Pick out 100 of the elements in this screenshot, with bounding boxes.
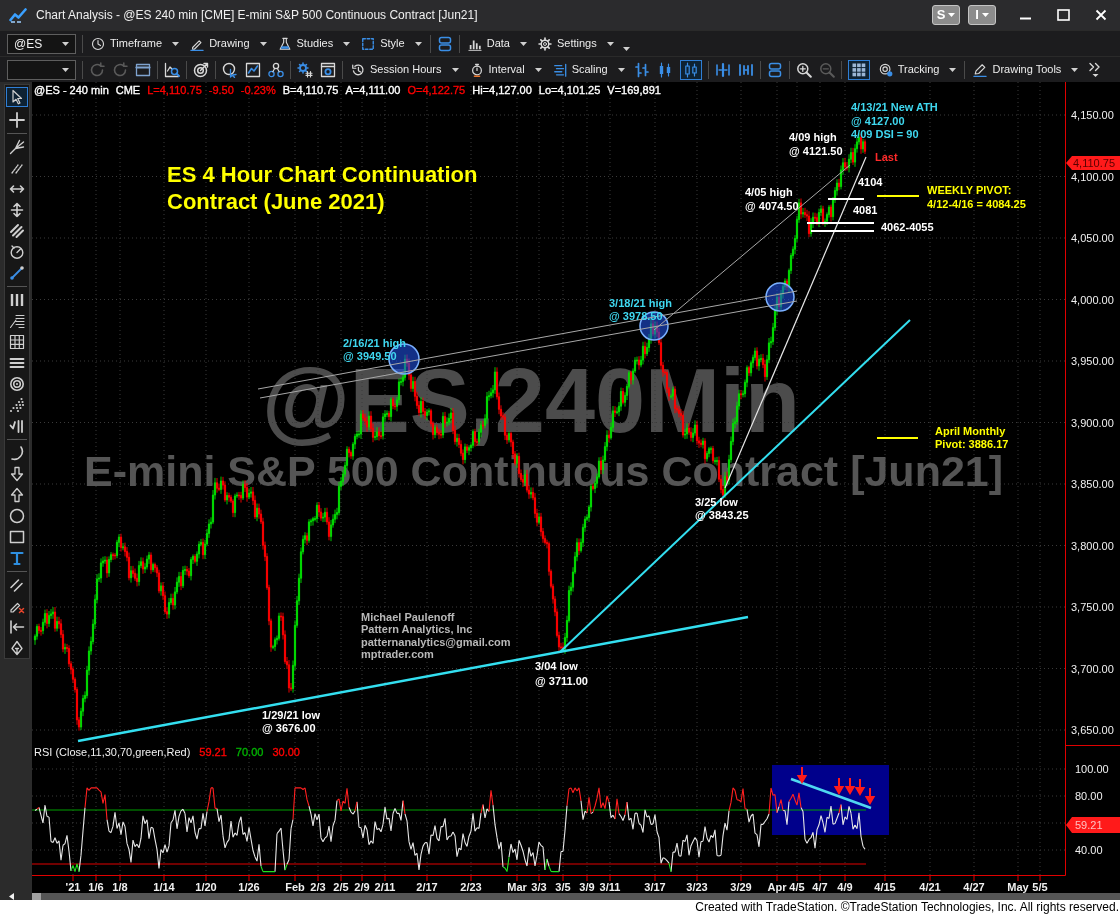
chart-search-icon[interactable]: [164, 61, 180, 78]
toolbar-menu-button[interactable]: Drawing Tools: [971, 59, 1081, 80]
hollow-candlestick-icon[interactable]: [679, 59, 702, 80]
dots-icon[interactable]: [9, 397, 25, 413]
price-axis-label: 3,750.00: [1071, 601, 1114, 613]
quote-field: @ES - 240 min: [34, 84, 109, 97]
price-axis-label: 4,150.00: [1071, 109, 1114, 121]
settings-icon: [537, 36, 552, 51]
flask-icon: [277, 36, 292, 51]
price-axis-label: 4,050.00: [1071, 232, 1114, 244]
time-axis-label: '21: [65, 881, 81, 893]
price-axis-label: 3,800.00: [1071, 539, 1114, 552]
time-axis-label: 4/21: [919, 881, 941, 893]
vertical-lines-icon[interactable]: [9, 292, 25, 308]
network-icon[interactable]: [268, 61, 284, 78]
diagonal-lines-icon[interactable]: [9, 223, 25, 239]
toolbar-menu-button[interactable]: Scaling: [550, 59, 627, 80]
horizontal-lines-icon[interactable]: [9, 355, 25, 371]
time-axis-label: 4/5: [789, 881, 805, 893]
symbol-dropdown[interactable]: @ES: [7, 33, 76, 54]
time-axis-label: 2/11: [374, 881, 396, 893]
chart-annotation: 4104: [858, 176, 883, 188]
chart-save-icon[interactable]: [245, 61, 261, 78]
window-icon[interactable]: [135, 61, 151, 78]
chart-annotation: 4/09 high @ 4121.50: [789, 131, 843, 157]
caret-icon: [414, 41, 422, 46]
bars-squeeze-icon[interactable]: [714, 61, 731, 78]
toolbar-menu-button[interactable]: Session Hours: [349, 59, 461, 80]
quote-field: L=4,110.75: [147, 84, 202, 97]
rectangle-icon[interactable]: [9, 529, 25, 545]
pen-tool-icon[interactable]: [9, 640, 25, 656]
rsi-value-tag: 59.21: [1066, 817, 1120, 833]
stacked-panels-icon[interactable]: [766, 61, 783, 78]
quote-field: -0.23%: [240, 84, 276, 97]
arrow-to-bar-icon[interactable]: [9, 619, 25, 635]
gauge-icon[interactable]: [9, 244, 25, 260]
toolbar-menu-button[interactable]: Studies: [275, 33, 353, 54]
quote-field: O=4,122.75: [407, 84, 466, 97]
stacked-panels-icon[interactable]: [436, 35, 453, 52]
caret-icon: [172, 41, 180, 46]
up-arrow-icon[interactable]: [9, 487, 25, 503]
clock-icon: [91, 36, 105, 51]
rsi-axis-label: 100.00: [1075, 763, 1109, 775]
toolbar-menu-button[interactable]: Data: [465, 33, 529, 54]
symbol-dropdown[interactable]: [7, 59, 76, 80]
grid-icon[interactable]: [847, 59, 870, 80]
vertical-arrows-icon[interactable]: [9, 202, 25, 218]
tick-lines-icon[interactable]: [9, 418, 25, 434]
text-tool-icon[interactable]: [9, 550, 25, 566]
zoom-in-icon[interactable]: [795, 61, 812, 78]
support-line: [806, 222, 875, 224]
target-icon[interactable]: [193, 61, 209, 78]
chart-annotation: 4/05 high @ 4074.50: [745, 186, 799, 212]
scroll-left-icon[interactable]: [9, 893, 14, 900]
toolbar-menu-button[interactable]: Timeframe: [89, 33, 182, 54]
arc-icon[interactable]: [9, 445, 25, 461]
fibonacci-icon[interactable]: [9, 313, 25, 329]
toolbar-menu-button[interactable]: Drawing: [188, 33, 269, 54]
pointer-circle-icon[interactable]: [222, 61, 238, 78]
time-axis-label: 4/7: [812, 881, 828, 893]
rsi-reading: 70.00: [235, 746, 264, 759]
maximize-icon[interactable]: [1057, 9, 1070, 21]
time-axis-label: 3/29: [730, 881, 752, 893]
crosshair-target-icon: [878, 62, 893, 77]
caret-icon: [259, 41, 267, 46]
chart-annotation: 4/13/21 New ATH @ 4127.00 4/09 DSI = 90: [851, 101, 938, 140]
toolbar-menu-button[interactable]: Style: [359, 33, 424, 54]
gear-hash-icon[interactable]: [297, 61, 313, 78]
pointer-icon[interactable]: [6, 87, 28, 107]
dashed-square-icon: [361, 36, 376, 51]
double-lines-icon[interactable]: [9, 577, 25, 593]
rsi-reading: 59.21: [199, 746, 227, 759]
time-axis-label: 4/9: [837, 881, 853, 893]
circle-icon[interactable]: [9, 508, 25, 524]
time-axis-label: 1/8: [112, 881, 128, 893]
price-axis-label: 4,100.00: [1071, 170, 1114, 183]
down-arrow-icon: [834, 777, 845, 794]
last-price-tag: 4,110.75: [1066, 156, 1120, 170]
down-arrow-icon: [797, 766, 808, 783]
caret-icon: [617, 67, 625, 72]
toolbar-menu-button[interactable]: Tracking: [876, 59, 959, 80]
toolbar-menu-button[interactable]: Settings: [535, 33, 616, 54]
scrollbar-thumb[interactable]: [32, 893, 41, 900]
time-axis-label: Mar: [507, 881, 527, 893]
trendline-icon[interactable]: [9, 265, 25, 281]
crosshair-icon[interactable]: [9, 112, 25, 128]
bars-spread-icon[interactable]: [737, 61, 754, 78]
horizontal-scrollbar[interactable]: [32, 893, 1120, 900]
stopwatch-icon: [469, 62, 484, 77]
pitchfork-icon[interactable]: [9, 139, 25, 155]
history-icon: [351, 62, 365, 77]
pivot-line: [876, 195, 920, 197]
toolbar-menu-button[interactable]: Interval: [467, 59, 544, 80]
window-gear-icon[interactable]: [320, 61, 336, 78]
close-icon[interactable]: [1095, 9, 1107, 21]
pen-icon: [973, 62, 988, 77]
ohlc-bars-icon[interactable]: [633, 61, 650, 78]
down-arrow-icon[interactable]: [9, 466, 25, 482]
time-axis-label: May: [1007, 881, 1029, 893]
target-icon[interactable]: [9, 376, 25, 392]
